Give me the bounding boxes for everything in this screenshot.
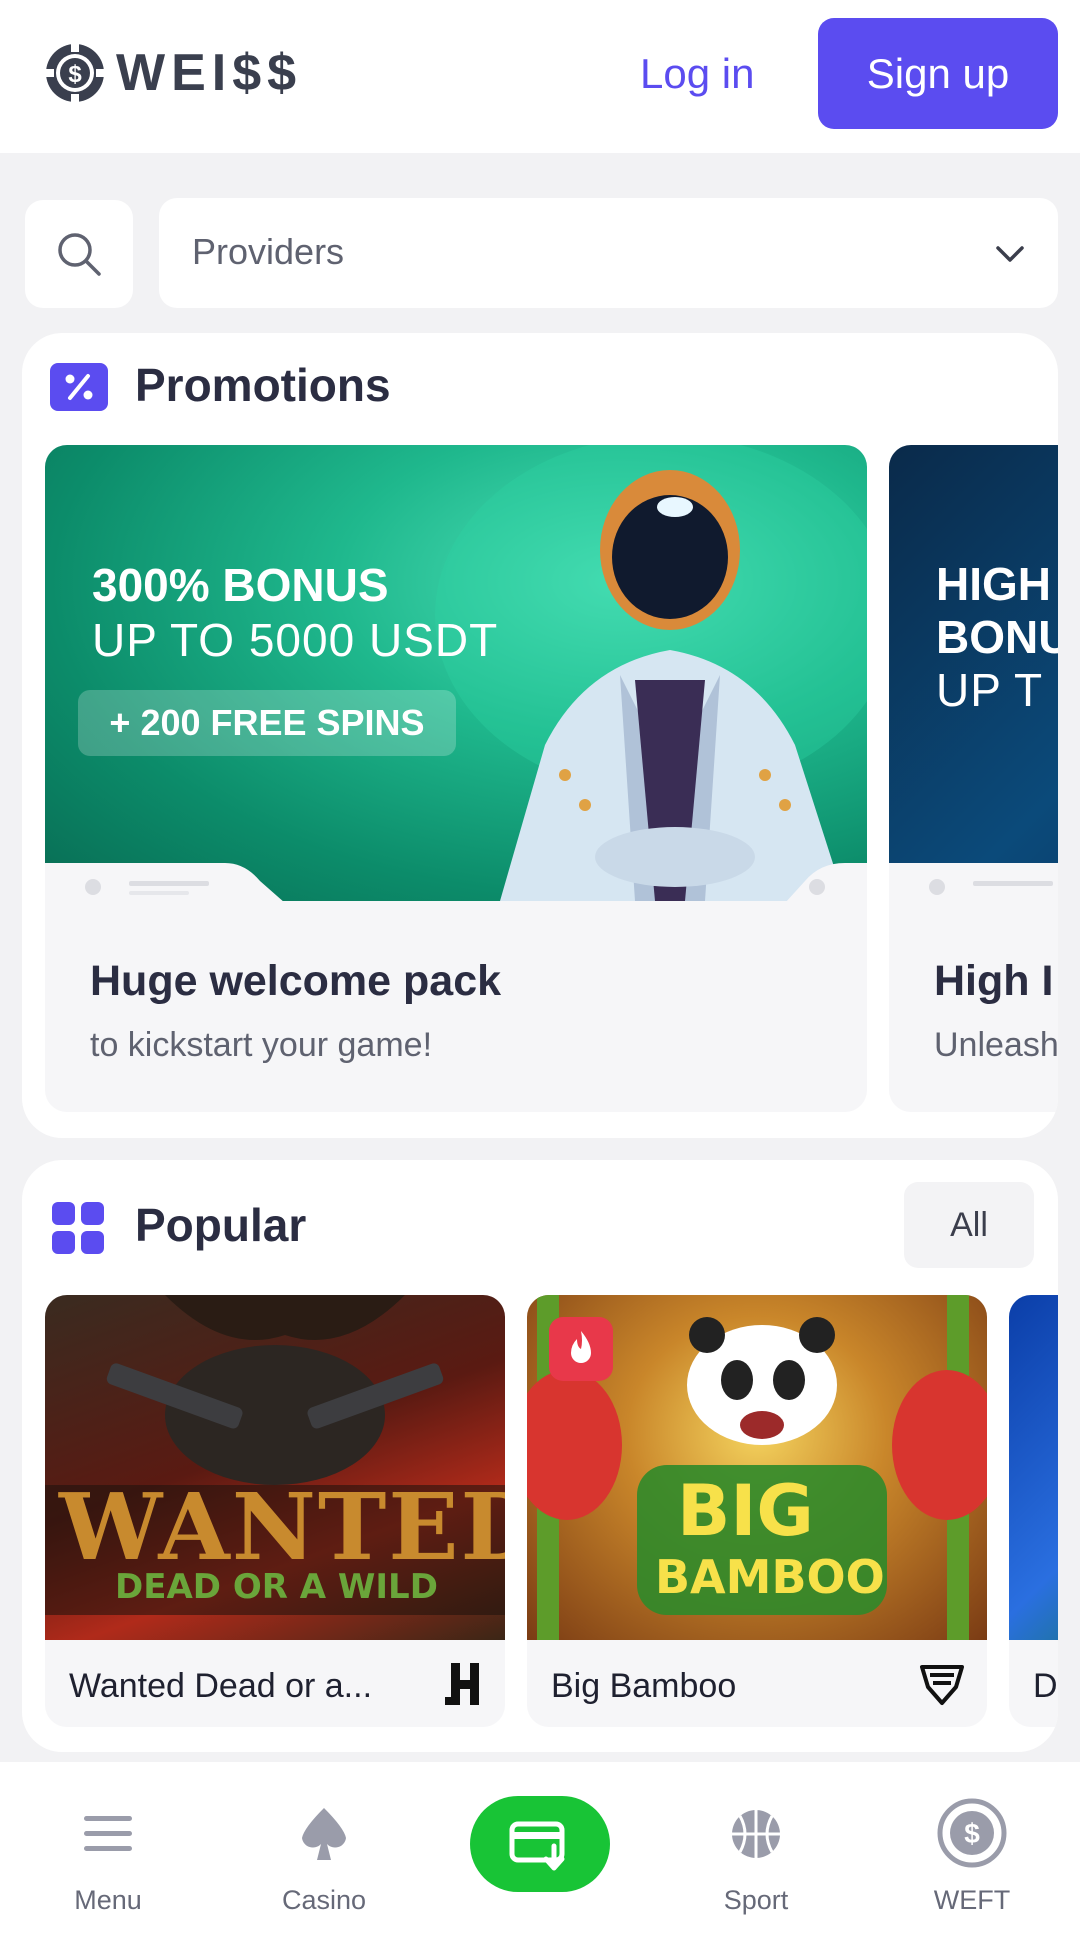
wallet-deposit-icon xyxy=(509,1821,565,1871)
grid-icon xyxy=(52,1202,104,1254)
flame-icon xyxy=(571,1331,591,1363)
spade-icon xyxy=(302,1808,346,1860)
thumb-title: BIG xyxy=(677,1470,814,1552)
banner-headline: HIGH xyxy=(936,558,1051,610)
logo-mark-icon: $ xyxy=(46,44,104,102)
promo-card-title: High I xyxy=(934,957,1054,1005)
all-games-button[interactable]: All xyxy=(904,1182,1034,1268)
banner-subheadline: UP T xyxy=(936,664,1044,716)
banner-decor-strip xyxy=(889,863,1058,903)
nav-menu[interactable]: Menu xyxy=(28,1762,188,1942)
promo-card-welcome[interactable]: 300% BONUS UP TO 5000 USDT + 200 FREE SP… xyxy=(45,445,867,1112)
promo-banner-image: HIGH BONU UP T xyxy=(889,445,1058,901)
game-name: D xyxy=(1033,1667,1058,1705)
game-thumbnail: WANTED DEAD OR A WILD xyxy=(45,1295,505,1640)
game-card-wanted[interactable]: WANTED DEAD OR A WILD Wanted Dead or a..… xyxy=(45,1295,505,1727)
push-gaming-logo-icon xyxy=(920,1665,964,1705)
basketball-icon xyxy=(732,1810,780,1858)
search-button[interactable] xyxy=(25,200,133,308)
banner-headline: 300% BONUS xyxy=(92,559,389,611)
search-icon xyxy=(58,233,101,276)
thumb-subtitle: BAMBOO xyxy=(655,1550,885,1604)
popular-section: Popular All WANTED DEAD OR A WILD Wanted… xyxy=(22,1160,1058,1752)
thumb-subtitle: DEAD OR A WILD xyxy=(115,1567,438,1607)
hot-badge xyxy=(549,1317,613,1381)
logo-text: WEI$$ xyxy=(116,44,303,102)
game-card-big-bamboo[interactable]: BIG BAMBOO Big Bamboo xyxy=(527,1295,987,1727)
signup-button[interactable]: Sign up xyxy=(818,18,1058,129)
providers-dropdown[interactable]: Providers xyxy=(159,198,1058,308)
game-thumbnail xyxy=(1009,1295,1058,1640)
game-name: Big Bamboo xyxy=(551,1667,737,1705)
promotions-title: Promotions xyxy=(135,359,391,411)
svg-text:$: $ xyxy=(964,1818,980,1849)
login-link[interactable]: Log in xyxy=(640,44,754,104)
weiss-logo[interactable]: $ WEI$$ xyxy=(44,42,302,104)
nav-label: Casino xyxy=(281,1885,367,1915)
nav-casino[interactable]: Casino xyxy=(244,1762,404,1942)
providers-label: Providers xyxy=(192,231,345,272)
hacksaw-logo-icon xyxy=(445,1663,479,1705)
top-header: $ WEI$$ Log in Sign up xyxy=(0,0,1080,153)
menu-icon xyxy=(84,1816,132,1851)
cashier-button[interactable] xyxy=(470,1796,610,1892)
promo-card-high-bonus[interactable]: HIGH BONU UP T High I Unleash xyxy=(889,445,1058,1112)
banner-free-spins-badge: + 200 FREE SPINS xyxy=(78,690,456,756)
banner-subheadline: UP TO 5000 USDT xyxy=(92,614,499,666)
nav-label: Menu xyxy=(74,1885,142,1915)
nav-label: WEFT xyxy=(933,1885,1011,1915)
astronaut-illustration xyxy=(435,445,867,901)
nav-weft[interactable]: $ WEFT xyxy=(892,1762,1052,1942)
promo-banner-image: 300% BONUS UP TO 5000 USDT + 200 FREE SP… xyxy=(45,445,867,901)
popular-title: Popular xyxy=(135,1199,307,1251)
game-thumbnail: BIG BAMBOO xyxy=(527,1295,987,1640)
nav-label: Sport xyxy=(723,1885,789,1915)
promo-card-subtitle: Unleash xyxy=(934,1026,1058,1064)
game-name: Wanted Dead or a... xyxy=(69,1667,373,1705)
svg-text:$: $ xyxy=(68,61,82,88)
percent-icon xyxy=(50,363,108,411)
chevron-down-icon xyxy=(996,246,1024,262)
promo-card-title: Huge welcome pack xyxy=(90,957,502,1005)
thumb-title: WANTED xyxy=(59,1473,505,1581)
nav-sport[interactable]: Sport xyxy=(676,1762,836,1942)
game-card-partial[interactable]: D xyxy=(1009,1295,1058,1727)
promotions-section: Promotions 300% BONUS UP TO 5000 USDT + … xyxy=(22,333,1058,1138)
weft-coin-icon: $ xyxy=(937,1798,1007,1868)
promo-card-subtitle: to kickstart your game! xyxy=(90,1026,433,1064)
bottom-nav: Menu Casino Sport $ WEFT xyxy=(0,1762,1080,1942)
banner-decor-strip xyxy=(45,863,867,903)
banner-headline-2: BONU xyxy=(936,611,1058,663)
